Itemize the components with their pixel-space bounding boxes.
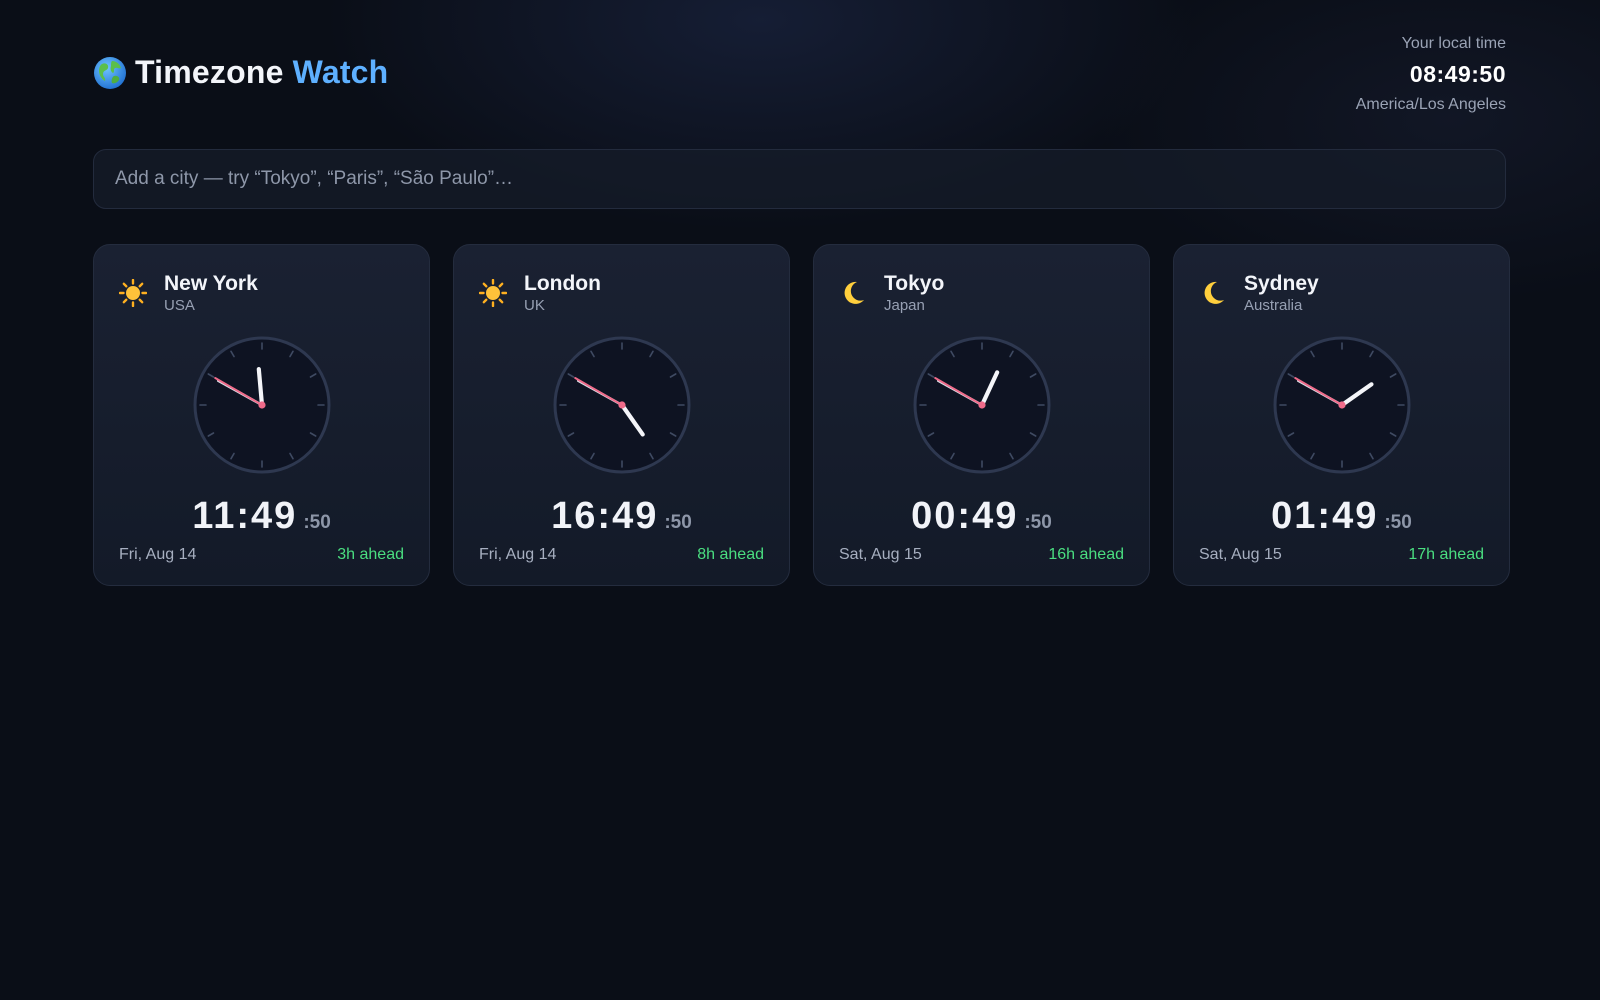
- app-title: Timezone Watch: [135, 54, 388, 91]
- card-footer: Sat, Aug 15 16h ahead: [839, 546, 1124, 564]
- time-offset: 3h ahead: [337, 546, 404, 563]
- card-header: London UK: [479, 272, 601, 314]
- clock-center-dot: [258, 401, 266, 409]
- digital-time-hm: 00:49: [911, 495, 1019, 537]
- city-card-london[interactable]: London UK 16:49:50 Fri, Aug 14 8h ahead: [453, 244, 790, 586]
- card-footer: Sat, Aug 15 17h ahead: [1199, 546, 1484, 564]
- clock-center-dot: [1338, 401, 1346, 409]
- city-date: Fri, Aug 14: [119, 546, 197, 563]
- city-name: New York: [164, 272, 258, 295]
- analog-clock: [913, 336, 1051, 474]
- city-name: Tokyo: [884, 272, 945, 295]
- country-name: Japan: [884, 297, 925, 314]
- local-timezone: America/Los Angeles: [1355, 96, 1506, 113]
- app-title-primary: Timezone: [135, 54, 284, 90]
- digital-time-seconds: :50: [1384, 512, 1412, 533]
- moon-icon: [1204, 281, 1224, 304]
- digital-time-hm: 16:49: [551, 495, 659, 537]
- country-name: Australia: [1244, 297, 1303, 314]
- country-name: USA: [164, 297, 195, 314]
- card-title-group: London UK: [524, 272, 601, 314]
- card-footer: Fri, Aug 14 3h ahead: [119, 546, 404, 564]
- city-cards: New York USA 11:49:50 Fri, Aug 14 3h ahe…: [93, 244, 1510, 586]
- card-header: New York USA: [119, 272, 258, 314]
- digital-time-hm: 11:49: [192, 495, 298, 537]
- city-name: Sydney: [1244, 272, 1319, 295]
- app-root: Timezone Watch Your local time 08:49:50 A…: [0, 0, 1600, 1000]
- globe-icon: [94, 56, 126, 89]
- city-search-input[interactable]: [93, 149, 1506, 209]
- analog-clock: [553, 336, 691, 474]
- card-footer: Fri, Aug 14 8h ahead: [479, 546, 764, 564]
- card-header: Sydney Australia: [1199, 272, 1319, 314]
- time-offset: 16h ahead: [1048, 546, 1124, 563]
- card-header: Tokyo Japan: [839, 272, 944, 314]
- digital-time: 01:49:50: [1174, 495, 1509, 538]
- time-offset: 8h ahead: [697, 546, 764, 563]
- city-card-tokyo[interactable]: Tokyo Japan 00:49:50 Sat, Aug 15 16h ahe…: [813, 244, 1150, 586]
- digital-time-seconds: :50: [1024, 512, 1052, 533]
- local-time-value: 08:49:50: [1409, 61, 1506, 87]
- city-card-sydney[interactable]: Sydney Australia 01:49:50 Sat, Aug 15 17…: [1173, 244, 1510, 586]
- digital-time-hm: 01:49: [1271, 495, 1379, 537]
- local-time-panel: Your local time 08:49:50 America/Los Ang…: [1356, 35, 1506, 114]
- digital-time-seconds: :50: [664, 512, 692, 533]
- analog-clock: [193, 336, 331, 474]
- digital-time: 11:49:50: [94, 495, 429, 538]
- card-title-group: Sydney Australia: [1244, 272, 1319, 314]
- analog-clock: [1273, 336, 1411, 474]
- app-title-accent: Watch: [292, 54, 389, 90]
- city-date: Fri, Aug 14: [479, 546, 557, 563]
- card-title-group: Tokyo Japan: [884, 272, 944, 314]
- city-date: Sat, Aug 15: [1199, 546, 1282, 563]
- city-date: Sat, Aug 15: [839, 546, 922, 563]
- digital-time: 16:49:50: [454, 495, 789, 538]
- sun-icon: [119, 279, 147, 307]
- city-card-new-york[interactable]: New York USA 11:49:50 Fri, Aug 14 3h ahe…: [93, 244, 430, 586]
- sun-icon: [479, 279, 507, 307]
- city-name: London: [524, 272, 601, 295]
- local-time-label: Your local time: [1401, 35, 1506, 52]
- time-offset: 17h ahead: [1408, 546, 1484, 563]
- moon-icon: [844, 281, 864, 304]
- digital-time-seconds: :50: [303, 512, 331, 533]
- app-header: Timezone Watch: [93, 54, 388, 91]
- clock-center-dot: [978, 401, 986, 409]
- clock-center-dot: [618, 401, 626, 409]
- country-name: UK: [524, 297, 545, 314]
- card-title-group: New York USA: [164, 272, 258, 314]
- digital-time: 00:49:50: [814, 495, 1149, 538]
